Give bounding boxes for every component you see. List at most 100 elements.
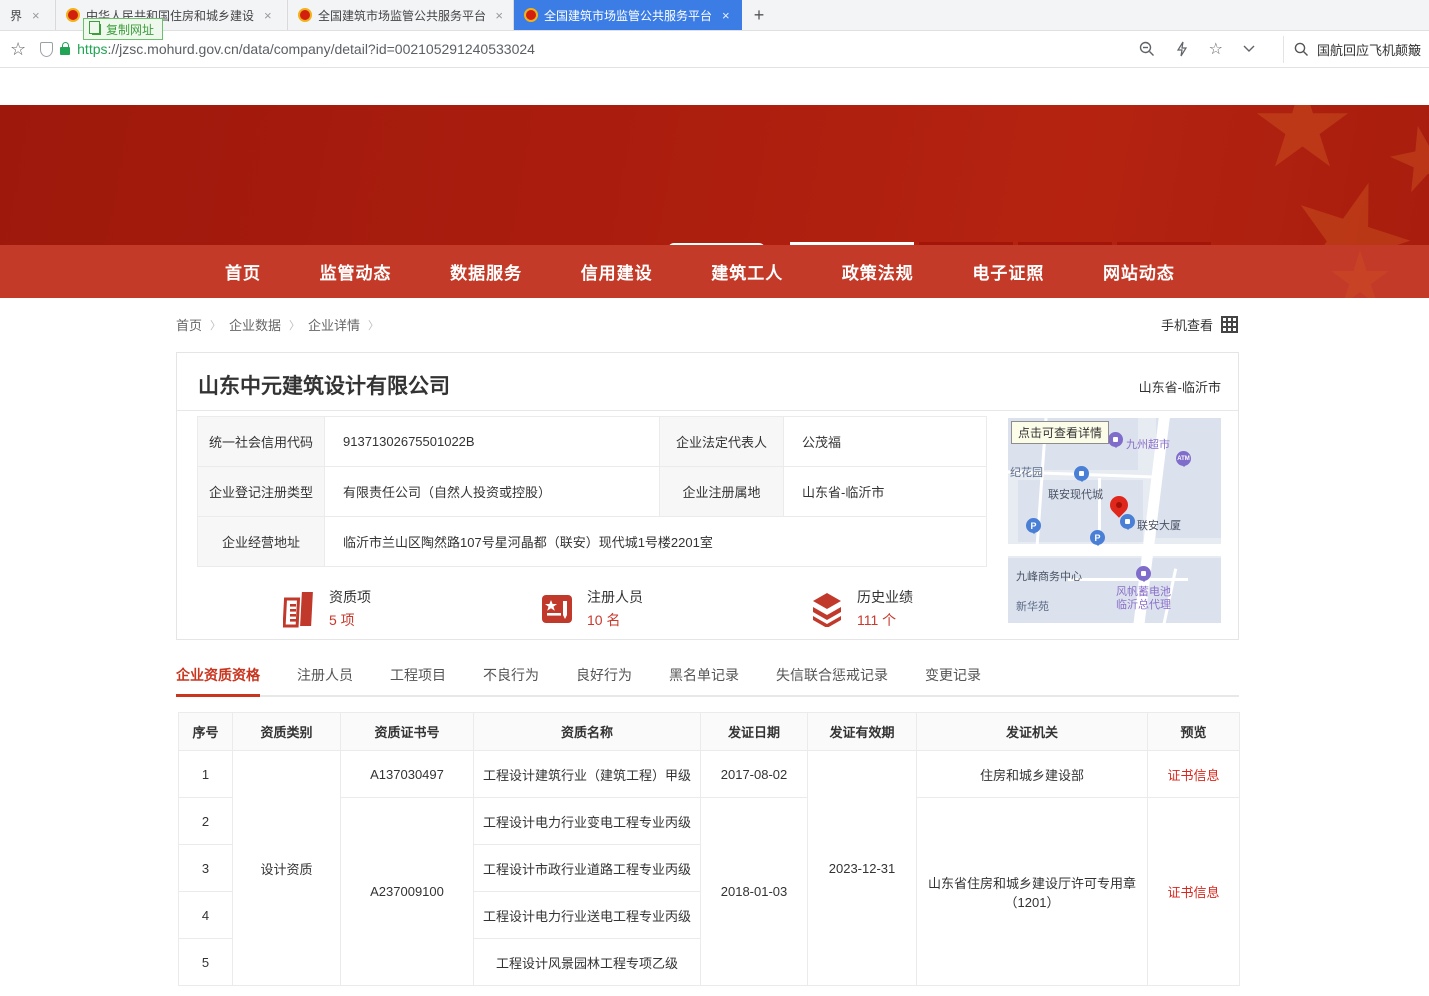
- breadcrumb-home[interactable]: 首页: [176, 315, 202, 334]
- map-label: 联安大厦: [1137, 517, 1181, 533]
- nav-item-workers[interactable]: 建筑工人: [711, 259, 783, 284]
- certificate-info-link[interactable]: 证书信息: [1167, 885, 1219, 900]
- poi-building-icon: [1074, 466, 1089, 481]
- tab-close-icon[interactable]: ×: [32, 8, 40, 23]
- stat-history-performance[interactable]: 历史业绩 111 个: [809, 587, 913, 630]
- mobile-view[interactable]: 手机查看: [1161, 315, 1238, 334]
- tab-close-icon[interactable]: ×: [264, 8, 272, 23]
- tab-close-icon[interactable]: ×: [722, 8, 730, 23]
- chevron-down-icon[interactable]: [1243, 45, 1255, 53]
- poi-supermarket-icon: [1108, 432, 1123, 447]
- emblem-favicon-icon: [66, 8, 80, 22]
- flag-star-decoration: [1383, 118, 1429, 201]
- favorite-star-icon[interactable]: ☆: [1209, 39, 1223, 59]
- tab-registered-personnel[interactable]: 注册人员: [297, 665, 353, 695]
- company-name: 山东中元建筑设计有限公司: [198, 370, 450, 400]
- layers-icon: [809, 591, 845, 627]
- building-icon: [283, 590, 317, 628]
- url-field[interactable]: https://jzsc.mohurd.gov.cn/data/company/…: [40, 41, 1139, 57]
- shield-icon[interactable]: [40, 42, 53, 57]
- reg-region-value: 山东省-临沂市: [784, 467, 987, 517]
- main-nav: 首页 监管动态 数据服务 信用建设 建筑工人 政策法规 电子证照 网站动态: [0, 245, 1429, 298]
- nav-item-data-service[interactable]: 数据服务: [450, 259, 522, 284]
- cell-name: 工程设计电力行业变电工程专业丙级: [474, 798, 701, 845]
- nav-item-policy[interactable]: 政策法规: [842, 259, 914, 284]
- col-cert-no: 资质证书号: [341, 713, 474, 751]
- breadcrumb-company-data[interactable]: 企业数据: [229, 315, 281, 334]
- cell-seq: 5: [179, 939, 233, 986]
- address-label: 企业经营地址: [198, 517, 325, 567]
- company-title-row: 山东中元建筑设计有限公司 山东省-临沂市: [177, 353, 1238, 411]
- tab-good-behavior[interactable]: 良好行为: [576, 665, 632, 695]
- tab-projects[interactable]: 工程项目: [390, 665, 446, 695]
- stat-label: 历史业绩: [857, 587, 913, 607]
- hot-search-box[interactable]: 国航回应飞机颠簸: [1283, 36, 1429, 63]
- browser-tab-bar: 界 × 中华人民共和国住房和城乡建设 × 全国建筑市场监管公共服务平台 × 全国…: [0, 0, 1429, 31]
- new-tab-button[interactable]: +: [742, 0, 776, 30]
- cell-name: 工程设计电力行业送电工程专业丙级: [474, 892, 701, 939]
- cell-cert-no: A137030497: [341, 751, 474, 798]
- map-tooltip[interactable]: 点击可查看详情: [1011, 421, 1109, 444]
- search-icon: [1294, 42, 1309, 57]
- col-valid-until: 发证有效期: [808, 713, 917, 751]
- tab-bad-behavior[interactable]: 不良行为: [483, 665, 539, 695]
- cell-name: 工程设计风景园林工程专项乙级: [474, 939, 701, 986]
- cell-seq: 1: [179, 751, 233, 798]
- tab-qualifications[interactable]: 企业资质资格: [176, 665, 260, 697]
- col-preview: 预览: [1148, 713, 1240, 751]
- parking-icon: P: [1090, 530, 1105, 545]
- nav-item-credit[interactable]: 信用建设: [581, 259, 653, 284]
- browser-tab-2[interactable]: 全国建筑市场监管公共服务平台 ×: [288, 0, 514, 30]
- flag-star-decoration: [1255, 105, 1350, 175]
- mobile-view-label: 手机查看: [1161, 315, 1213, 334]
- cell-authority: 住房和城乡建设部: [917, 751, 1148, 798]
- stat-label: 注册人员: [587, 587, 643, 607]
- reg-type-value: 有限责任公司（自然人投资或控股）: [325, 467, 660, 517]
- tab-blacklist[interactable]: 黑名单记录: [669, 665, 739, 695]
- browser-tab-0[interactable]: 界 ×: [0, 0, 56, 30]
- cell-seq: 2: [179, 798, 233, 845]
- hot-search-text: 国航回应飞机颠簸: [1317, 40, 1421, 59]
- breadcrumb-separator: 〉: [289, 317, 300, 333]
- nav-item-site-news[interactable]: 网站动态: [1103, 259, 1175, 284]
- lock-icon: [60, 47, 70, 55]
- detail-tabs: 企业资质资格 注册人员 工程项目 不良行为 良好行为 黑名单记录 失信联合惩戒记…: [176, 665, 1239, 697]
- tab-change-records[interactable]: 变更记录: [925, 665, 981, 695]
- tab-close-icon[interactable]: ×: [495, 8, 503, 23]
- legal-rep-label: 企业法定代表人: [660, 417, 784, 467]
- stat-qualifications[interactable]: 资质项 5 项: [283, 587, 371, 630]
- address-bar: ☆ https://jzsc.mohurd.gov.cn/data/compan…: [0, 31, 1429, 68]
- location-map[interactable]: 点击可查看详情 九州超市 ATM 纪花园 联安现代城 联安大厦 P P 九峰商务…: [1008, 418, 1221, 623]
- copy-icon: [92, 24, 101, 35]
- url-text[interactable]: https://jzsc.mohurd.gov.cn/data/company/…: [77, 41, 535, 57]
- breadcrumb-company-detail[interactable]: 企业详情: [308, 315, 360, 334]
- certificate-info-link[interactable]: 证书信息: [1167, 768, 1219, 783]
- credit-code-label: 统一社会信用代码: [198, 417, 325, 467]
- nav-item-supervision[interactable]: 监管动态: [320, 259, 392, 284]
- lightning-icon[interactable]: [1175, 41, 1189, 57]
- mobile-qr-icon[interactable]: [1221, 316, 1238, 333]
- table-row: 1 设计资质 A137030497 工程设计建筑行业（建筑工程）甲级 2017-…: [179, 751, 1240, 798]
- table-header-row: 序号 资质类别 资质证书号 资质名称 发证日期 发证有效期 发证机关 预览: [179, 713, 1240, 751]
- nav-item-home[interactable]: 首页: [225, 259, 261, 284]
- tab-dishonesty-records[interactable]: 失信联合惩戒记录: [776, 665, 888, 695]
- emblem-favicon-icon: [298, 8, 312, 22]
- cell-name: 工程设计建筑行业（建筑工程）甲级: [474, 751, 701, 798]
- stat-registered-personnel[interactable]: 注册人员 10 名: [539, 587, 643, 630]
- tab-title: 界: [10, 7, 22, 24]
- parking-icon: P: [1026, 518, 1041, 533]
- nav-item-e-license[interactable]: 电子证照: [972, 259, 1044, 284]
- reg-region-label: 企业注册属地: [660, 467, 784, 517]
- breadcrumb-separator: 〉: [210, 317, 221, 333]
- bookmark-star-icon[interactable]: ☆: [10, 39, 26, 60]
- credit-code-value: 91371302675501022B: [325, 417, 660, 467]
- zoom-out-icon[interactable]: [1139, 41, 1155, 57]
- col-issue-date: 发证日期: [701, 713, 808, 751]
- map-label: 九州超市: [1126, 436, 1170, 452]
- map-label: 九峰商务中心: [1016, 568, 1082, 584]
- url-scheme: https: [77, 41, 107, 57]
- browser-tab-active[interactable]: 全国建筑市场监管公共服务平台 ×: [514, 0, 742, 30]
- url-rest: ://jzsc.mohurd.gov.cn/data/company/detai…: [108, 41, 535, 57]
- cell-seq: 3: [179, 845, 233, 892]
- emblem-favicon-icon: [524, 8, 538, 22]
